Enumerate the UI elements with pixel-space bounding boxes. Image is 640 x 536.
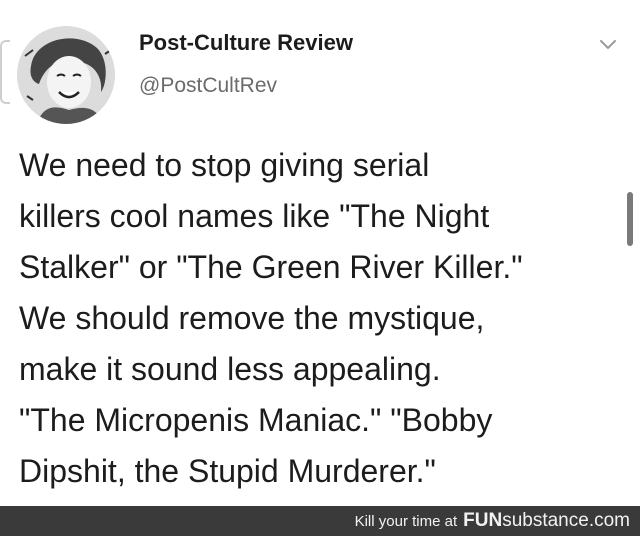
tweet-line: make it sound less appealing. xyxy=(19,351,441,387)
tweet-line: Stalker" or "The Green River Killer." xyxy=(19,249,523,285)
footer-brand-rest: substance.com xyxy=(502,510,630,531)
tweet-text: We need to stop giving serial killers co… xyxy=(19,140,619,497)
tweet-line: Dipshit, the Stupid Murderer." xyxy=(19,453,436,489)
previous-card-edge xyxy=(0,40,10,104)
tweet-line: "The Micropenis Maniac." "Bobby xyxy=(19,402,493,438)
footer-prefix: Kill your time at xyxy=(354,512,458,530)
footer-brand[interactable]: FUNsubstance.com xyxy=(463,510,630,532)
scrollbar-thumb[interactable] xyxy=(627,192,633,246)
user-handle[interactable]: @PostCultRev xyxy=(139,74,277,98)
display-name[interactable]: Post-Culture Review xyxy=(139,30,353,56)
avatar[interactable] xyxy=(17,26,115,124)
footer-brand-bold: FUN xyxy=(463,510,503,531)
tweet-line: killers cool names like "The Night xyxy=(19,198,490,234)
tweet-line: We need to stop giving serial xyxy=(19,147,430,183)
avatar-portrait-icon xyxy=(17,26,115,124)
chevron-down-icon[interactable] xyxy=(596,35,620,55)
tweet-line: We should remove the mystique, xyxy=(19,300,485,336)
watermark-footer: Kill your time at FUNsubstance.com xyxy=(0,506,640,536)
